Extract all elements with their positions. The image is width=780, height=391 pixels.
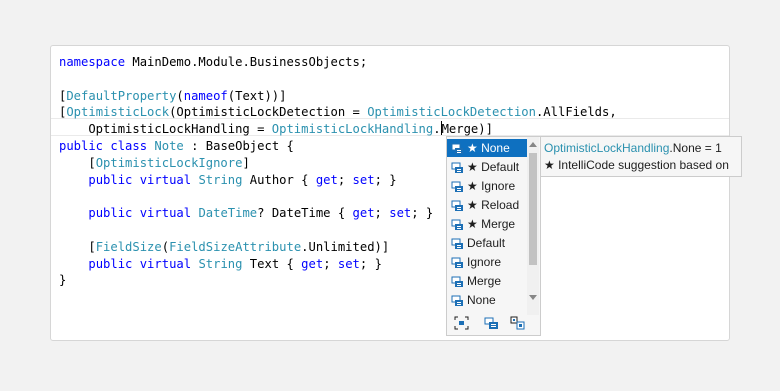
type-name: OptimisticLockHandling — [271, 122, 434, 137]
completion-item-label: Default — [467, 236, 506, 250]
intellicode-note: ★ IntelliCode suggestion based on — [544, 158, 729, 172]
code-text-span: Text { — [242, 256, 302, 271]
code-text-span: ; } — [359, 256, 382, 271]
keyword: namespace — [59, 55, 126, 69]
code-text-span — [59, 206, 88, 220]
enum-member-icon — [451, 142, 464, 154]
enum-member-icon — [451, 199, 464, 211]
completion-item[interactable]: ★ None — [447, 139, 529, 157]
code-text-span: (Text))] — [227, 88, 287, 103]
code-text-span — [59, 173, 88, 187]
completion-item-label: ★ Ignore — [467, 179, 516, 193]
type-name: FieldSizeAttribute — [169, 239, 302, 254]
enum-member-filter-icon[interactable] — [484, 316, 499, 330]
type-name: DateTime — [198, 206, 258, 221]
code-text-span: ; } — [411, 206, 434, 221]
completion-item-label: ★ None — [467, 141, 510, 155]
completion-item[interactable]: ★ Reload — [447, 196, 529, 214]
expand-collapse-icon[interactable] — [454, 316, 469, 330]
completion-item[interactable]: Ignore — [447, 253, 529, 271]
completion-filter-bar — [447, 312, 540, 334]
keyword: nameof — [183, 88, 228, 103]
keyword: set — [337, 256, 360, 271]
enum-member-icon — [451, 237, 464, 249]
completion-item[interactable]: None — [447, 291, 529, 309]
attribute-name: OptimisticLockIgnore — [95, 155, 243, 170]
code-text-span: ] — [242, 155, 250, 170]
completion-item[interactable]: Default — [447, 234, 529, 252]
code-text-span: Author { — [242, 172, 316, 187]
code-line-4: [OptimisticLock(OptimisticLockDetection … — [59, 104, 617, 121]
attribute-name: OptimisticLock — [66, 105, 170, 120]
code-text-span: ; — [374, 206, 390, 221]
keyword: public class — [59, 138, 148, 153]
code-text-span: . — [433, 122, 441, 137]
code-text-span: (OptimisticLockDetection = — [169, 105, 368, 120]
code-line-1: namespace MainDemo.Module.BusinessObject… — [59, 54, 617, 71]
type-name: OptimisticLockHandling — [544, 141, 670, 155]
completion-item-label: Ignore — [467, 255, 502, 269]
type-name: OptimisticLockDetection — [367, 105, 536, 120]
code-text-span: ( — [176, 88, 184, 103]
code-text-span: ? DateTime { — [257, 206, 353, 221]
completion-item[interactable]: Merge — [447, 272, 529, 290]
keyword: set — [352, 172, 375, 187]
attribute-name: FieldSize — [95, 239, 162, 254]
code-editor[interactable]: namespace MainDemo.Module.BusinessObject… — [50, 45, 730, 341]
code-text-span: ; } — [374, 172, 397, 187]
type-name: Note — [154, 138, 184, 153]
completion-item-label: ★ Reload — [467, 198, 520, 212]
keyword: set — [389, 206, 412, 221]
completion-item[interactable]: ★ Ignore — [447, 177, 529, 195]
code-text-span: [ — [59, 155, 96, 170]
scroll-up-icon[interactable] — [529, 142, 537, 147]
code-line-3: [DefaultProperty(nameof(Text))] — [59, 88, 617, 105]
scrollbar-thumb[interactable] — [529, 153, 537, 265]
code-text-span: [ — [59, 239, 96, 254]
enum-member-icon — [451, 294, 464, 306]
keyword: public virtual — [88, 172, 192, 187]
enum-member-icon — [451, 180, 464, 192]
enum-member-icon — [451, 218, 464, 230]
completion-item-label: Merge — [467, 274, 502, 288]
show-completion-icon[interactable] — [510, 316, 525, 330]
code-text-span: MainDemo.Module.BusinessObjects; — [125, 55, 368, 69]
attribute-name: DefaultProperty — [66, 88, 177, 103]
type-name: String — [198, 172, 243, 187]
keyword: get — [352, 206, 375, 221]
code-text-span: ( — [161, 239, 170, 254]
completion-scrollbar[interactable] — [527, 137, 539, 315]
scroll-down-icon[interactable] — [529, 295, 537, 300]
completion-list[interactable]: ★ None ★ Default ★ Ignore ★ Reload ★ Mer… — [446, 136, 541, 336]
tooltip-signature: OptimisticLockHandling.None = 1 — [544, 141, 722, 155]
type-name: String — [198, 256, 243, 271]
code-text-span — [59, 257, 88, 271]
code-text-span: .AllFields, — [535, 105, 617, 120]
enum-member-icon — [451, 275, 464, 287]
code-text-span: .Unlimited)] — [301, 239, 390, 254]
completion-item-label: None — [467, 293, 496, 307]
keyword: get — [301, 256, 324, 271]
code-text-span: OptimisticLockHandling = — [59, 122, 272, 137]
enum-member-icon — [451, 256, 464, 268]
keyword: public virtual — [88, 256, 192, 271]
code-text-span: : BaseObject { — [183, 138, 294, 153]
completion-item-label: ★ Default — [467, 160, 520, 174]
enum-member-icon — [451, 161, 464, 173]
completion-item-label: ★ Merge — [467, 217, 516, 231]
code-text-span: ; — [323, 256, 338, 271]
keyword: public virtual — [88, 206, 192, 221]
code-text-span: Merge)] — [441, 122, 493, 137]
completion-item[interactable]: ★ Merge — [447, 215, 529, 233]
completion-item[interactable]: ★ Default — [447, 158, 529, 176]
keyword: get — [315, 172, 338, 187]
tooltip-value: .None = 1 — [669, 141, 722, 155]
quick-info-tooltip: OptimisticLockHandling.None = 1 ★ Intell… — [540, 136, 742, 177]
code-text-span: ; — [337, 172, 353, 187]
